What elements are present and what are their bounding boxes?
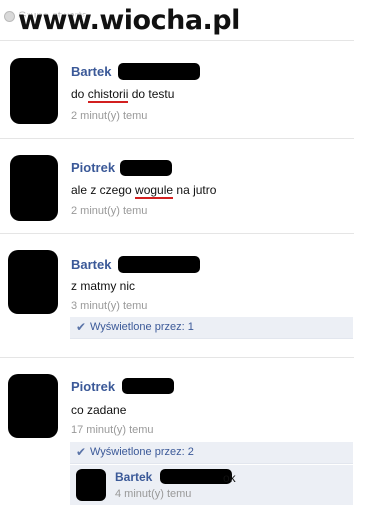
avatar-redacted[interactable] [10,155,58,221]
post-time[interactable]: 3 minut(y) temu [71,300,147,312]
globe-icon [4,11,15,22]
redacted-surname [122,378,174,394]
author-name[interactable]: Piotrek [71,160,115,175]
post-text: co zadane [71,403,127,417]
checkmark-icon: ✔ [76,445,87,459]
reply-text: ok [223,471,236,485]
reply-time[interactable]: 4 minut(y) temu [115,488,191,500]
misspelled-word: chistorii [87,87,129,103]
avatar-redacted[interactable] [76,469,106,501]
redacted-surname [118,63,200,80]
divider [0,138,354,139]
seen-by-count: Wyświetlone przez: 1 [90,321,194,333]
post-time[interactable]: 2 minut(y) temu [71,205,147,217]
divider [0,357,354,358]
misspelled-word: wogule [135,183,174,199]
post-text: do chistorii do testu [71,87,175,103]
divider [0,40,354,41]
author-name[interactable]: Piotrek [71,379,115,394]
post-text: ale z czego wogule na jutro [71,183,217,199]
seen-by-bar[interactable]: ✔ Wyświetlone przez: 1 [70,317,353,339]
post-time[interactable]: 2 minut(y) temu [71,110,147,122]
seen-by-bar[interactable]: ✔ Wyświetlone przez: 2 [70,442,353,464]
header: Grupa otwarta www.wiocha.pl [0,0,380,40]
watermark: www.wiocha.pl [18,5,240,36]
redacted-surname [120,160,172,176]
divider [0,233,354,234]
avatar-redacted[interactable] [10,58,58,124]
avatar-redacted[interactable] [8,374,58,438]
post-text: z matmy nic [71,279,136,293]
author-name[interactable]: Bartek [71,64,111,79]
checkmark-icon: ✔ [76,320,87,334]
author-name[interactable]: Bartek [71,257,111,272]
post-time[interactable]: 17 minut(y) temu [71,424,154,436]
redacted-surname [160,469,232,484]
redacted-surname [118,256,200,273]
reply-author[interactable]: Bartek [115,470,152,484]
seen-by-count: Wyświetlone przez: 2 [90,446,194,458]
reply-comment: Bartek ok 4 minut(y) temu [70,465,353,505]
avatar-redacted[interactable] [8,250,58,314]
